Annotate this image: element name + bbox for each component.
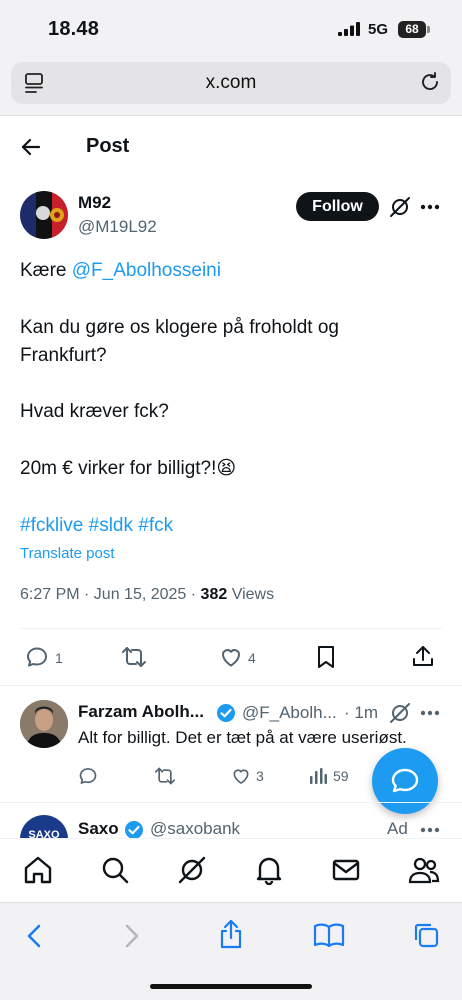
post-text-line: Frankfurt? (20, 345, 107, 366)
bookmarks-icon[interactable] (313, 922, 345, 948)
browser-back-icon[interactable] (24, 923, 44, 949)
more-options-icon[interactable] (420, 710, 440, 716)
home-indicator (150, 984, 312, 989)
repost-icon[interactable] (121, 645, 147, 669)
reload-icon[interactable] (419, 71, 441, 93)
verified-badge-icon (216, 703, 236, 723)
signal-icon (338, 22, 360, 36)
back-arrow-icon[interactable] (20, 136, 42, 158)
messages-icon[interactable] (331, 855, 361, 885)
author-handle[interactable]: @M19L92 (78, 217, 157, 237)
repost-icon[interactable] (154, 766, 176, 786)
bookmark-icon[interactable] (315, 645, 337, 669)
reply-author-handle[interactable]: @F_Abolh... (242, 703, 337, 723)
reply-count: 1 (55, 650, 63, 666)
follow-button[interactable]: Follow (296, 192, 379, 221)
more-options-icon[interactable] (420, 204, 440, 210)
communities-icon[interactable] (408, 855, 440, 885)
battery-tip (427, 26, 430, 33)
notifications-icon[interactable] (254, 855, 284, 885)
search-icon[interactable] (100, 855, 130, 885)
like-count: 4 (248, 650, 256, 666)
ad-author-name[interactable]: Saxo (78, 819, 119, 839)
post-text-line: Kan du gøre os klogere på froholdt og (20, 317, 339, 338)
address-url[interactable]: x.com (0, 72, 462, 94)
like-icon[interactable] (219, 645, 243, 669)
ad-label: Ad (387, 819, 408, 838)
grok-icon[interactable] (389, 196, 411, 218)
network-type: 5G (368, 21, 389, 38)
reply-author-name[interactable]: Farzam Abolh... (78, 702, 204, 722)
compose-reply-button[interactable] (372, 748, 438, 814)
hashtags-link[interactable]: #fcklive #sldk #fck (20, 513, 173, 539)
reply-avatar[interactable] (20, 700, 68, 748)
browser-forward-icon[interactable] (122, 923, 142, 949)
divider (0, 802, 462, 803)
tabs-icon[interactable] (412, 921, 440, 949)
reply-time[interactable]: · 1m (344, 703, 378, 723)
browser-share-icon[interactable] (218, 919, 244, 949)
post-text-line: Hvad kræver fck? (20, 401, 169, 422)
page-title: Post (86, 135, 130, 157)
greeting-text: Kære (20, 260, 72, 281)
post-text-greeting: Kære @F_Abolhosseini (20, 258, 221, 284)
ad-author-handle[interactable]: @saxobank (150, 819, 240, 839)
grok-icon[interactable] (177, 855, 207, 885)
status-time: 18.48 (48, 18, 100, 40)
translate-post-link[interactable]: Translate post (20, 545, 115, 562)
reply-icon[interactable] (78, 766, 98, 786)
share-icon[interactable] (412, 644, 434, 668)
author-avatar[interactable] (20, 191, 68, 239)
mention-link[interactable]: @F_Abolhosseini (72, 260, 221, 281)
post-text-line: 20m € virker for billigt?!😫 (20, 458, 237, 479)
views-label: Views (227, 586, 275, 603)
divider (20, 628, 442, 629)
battery-indicator: 68 (398, 21, 426, 38)
reply-text: Alt for billigt. Det er tæt på at være u… (78, 728, 407, 747)
reader-mode-icon[interactable] (24, 72, 44, 94)
post-timestamp[interactable]: 6:27 PM · Jun 15, 2025 · (20, 586, 201, 603)
reply-icon[interactable] (25, 645, 49, 669)
like-icon[interactable] (231, 766, 251, 786)
views-count: 382 (200, 586, 228, 603)
more-options-icon[interactable] (420, 827, 440, 833)
bottom-nav (0, 838, 462, 902)
author-name[interactable]: M92 (78, 193, 111, 213)
post-meta: 6:27 PM · Jun 15, 2025 · 382 Views (20, 586, 274, 604)
reply-views-count: 59 (333, 768, 349, 784)
reply-like-count: 3 (256, 768, 264, 784)
grok-icon[interactable] (389, 702, 411, 724)
views-icon[interactable] (309, 767, 327, 785)
verified-badge-icon (124, 820, 144, 840)
home-icon[interactable] (23, 855, 53, 885)
divider (0, 685, 462, 686)
